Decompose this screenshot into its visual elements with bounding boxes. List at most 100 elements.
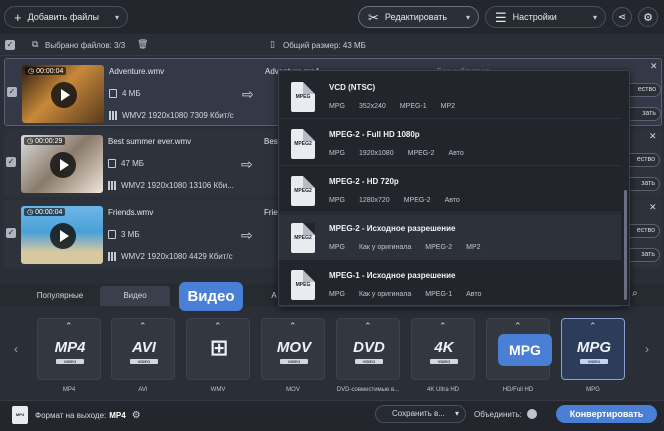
file-checkbox[interactable]: ✓ <box>7 87 17 97</box>
output-format-label: Формат на выходе: <box>35 411 107 420</box>
chevron-up-icon: ⌃ <box>65 321 73 331</box>
settings-button[interactable]: ☰ Настройки ▾ <box>485 6 606 28</box>
format-label: MPG <box>586 387 600 393</box>
chevron-down-icon: ▾ <box>592 12 597 22</box>
format-dvd[interactable]: ⌃ DVD VIDEO <box>336 318 400 380</box>
clock-icon: ◷ <box>27 209 34 216</box>
play-icon[interactable] <box>50 223 76 249</box>
save-to-button[interactable]: Сохранить в... ▾ <box>375 405 466 423</box>
format-mov[interactable]: ⌃ MOV VIDEO <box>261 318 325 380</box>
output-file-name[interactable]: Frie <box>264 208 278 217</box>
sliders-icon: ☰ <box>495 9 507 25</box>
chevron-right-icon[interactable]: › <box>645 342 649 356</box>
gear-icon: ⚙ <box>643 11 653 24</box>
convert-button[interactable]: Конвертировать <box>556 405 657 423</box>
preset-item[interactable]: MPEG2 MPEG-2 - HD 720p MPG 1280x720 MPEG-2… <box>279 167 621 213</box>
chevron-up-icon: ⌃ <box>364 321 372 331</box>
selected-count: Выбрано файлов: 3/3 <box>45 41 126 50</box>
chevron-down-icon: ▾ <box>114 12 119 22</box>
video-thumbnail[interactable]: ◷ 00:00:29 <box>21 135 103 193</box>
play-icon[interactable] <box>51 82 77 108</box>
app-window: + Добавить файлы ▾ ✂ Редактировать ▾ ☰ Н… <box>0 0 664 431</box>
format-label: WMV <box>210 387 226 393</box>
more-button[interactable]: ⚙ <box>638 7 658 27</box>
scissors-icon: ✂ <box>368 9 379 25</box>
file-name: Friends.wmv <box>108 208 154 217</box>
format-label: MOV <box>286 387 300 393</box>
tab-video[interactable]: Видео <box>100 286 170 306</box>
chevron-down-icon: ▾ <box>465 12 470 22</box>
clock-icon: ◷ <box>28 68 35 75</box>
play-icon[interactable] <box>50 152 76 178</box>
mpeg-file-icon: MPEG2 <box>291 129 315 159</box>
add-files-button[interactable]: + Добавить файлы ▾ <box>4 6 128 28</box>
format-label: HD/Full HD <box>502 387 534 393</box>
mpeg-file-icon: MPEG <box>291 82 315 112</box>
document-icon: ▯ <box>270 39 275 49</box>
file-checkbox[interactable]: ✓ <box>6 157 16 167</box>
film-icon <box>108 181 116 190</box>
files-icon: ⧉ <box>32 39 39 49</box>
clock-icon: ◷ <box>27 138 34 145</box>
file-icon <box>108 230 116 239</box>
preset-item[interactable]: MPEG VCD (NTSC) MPG 352x240 MPEG-1 MP2 <box>279 73 621 119</box>
chevron-up-icon: ⌃ <box>589 321 597 331</box>
video-thumbnail[interactable]: ◷ 00:00:04 <box>22 65 104 123</box>
preset-item[interactable]: MPEG MPEG-1 - Исходное разрешение MPG Как… <box>279 261 621 307</box>
preset-item[interactable]: MPEG2 MPEG-2 - Исходное разрешение MPG Ка… <box>279 214 621 260</box>
select-all-checkbox[interactable]: ✓ <box>5 40 15 50</box>
mpeg-file-icon: MPEG <box>291 270 315 300</box>
format-mp4[interactable]: ⌃ MP4 VIDEO <box>37 318 101 380</box>
format-label: MP4 <box>62 387 76 393</box>
callout-mpg: MPG <box>498 334 552 366</box>
trash-icon[interactable]: 🗑 <box>137 39 148 50</box>
film-icon <box>108 252 116 261</box>
convert-arrow-icon: ⇨ <box>241 227 253 243</box>
total-size: Общий размер: 43 МБ <box>283 41 366 50</box>
format-label: DVD-совместимые в... <box>336 387 400 393</box>
merge-label: Объединить: <box>474 410 522 419</box>
output-format-icon: MP4 <box>12 406 28 424</box>
merge-toggle[interactable] <box>527 409 537 419</box>
share-icon: ⋖ <box>617 11 627 23</box>
chevron-down-icon: ▾ <box>454 409 459 418</box>
plus-icon: + <box>14 9 22 25</box>
search-icon[interactable]: ⌕ <box>632 288 638 299</box>
chevron-left-icon[interactable]: ‹ <box>14 342 18 356</box>
file-icon <box>108 159 116 168</box>
mpeg-file-icon: MPEG2 <box>291 176 315 206</box>
close-icon[interactable]: ✕ <box>650 61 658 72</box>
convert-arrow-icon: ⇨ <box>242 86 254 102</box>
format-4k[interactable]: ⌃ 4K VIDEO <box>411 318 475 380</box>
output-file-name[interactable]: Bes <box>264 137 278 146</box>
dropdown-scrollbar[interactable] <box>624 190 627 300</box>
tab-popular[interactable]: Популярные <box>28 286 92 306</box>
file-checkbox[interactable]: ✓ <box>6 228 16 238</box>
preset-dropdown: MPEG VCD (NTSC) MPG 352x240 MPEG-1 MP2 MPEG… <box>278 70 630 307</box>
close-icon[interactable]: ✕ <box>649 202 657 213</box>
convert-arrow-icon: ⇨ <box>241 156 253 172</box>
edit-button[interactable]: ✂ Редактировать ▾ <box>358 6 479 28</box>
format-wmv[interactable]: ⌃ ⊞ <box>186 318 250 380</box>
format-avi[interactable]: ⌃ AVI VIDEO <box>111 318 175 380</box>
output-format-value: MP4 <box>109 411 126 420</box>
close-icon[interactable]: ✕ <box>649 131 657 142</box>
format-label: AVI <box>138 387 148 393</box>
film-icon <box>109 111 117 120</box>
video-thumbnail[interactable]: ◷ 00:00:04 <box>21 206 103 264</box>
file-name: Adventure.wmv <box>109 67 165 76</box>
windows-icon: ⊞ <box>209 335 229 360</box>
format-mpg[interactable]: ⌃ MPG VIDEO <box>561 318 625 380</box>
mpeg-file-icon: MPEG2 <box>291 223 315 253</box>
preset-item[interactable]: MPEG2 MPEG-2 - Full HD 1080p MPG 1920x108… <box>279 120 621 166</box>
chevron-up-icon: ⌃ <box>514 321 522 331</box>
format-label: 4K Ultra HD <box>426 387 459 393</box>
callout-video: Видео <box>179 282 243 311</box>
chevron-up-icon: ⌃ <box>289 321 297 331</box>
gear-icon[interactable]: ⚙ <box>132 410 141 421</box>
chevron-up-icon: ⌃ <box>139 321 147 331</box>
chevron-up-icon: ⌃ <box>214 321 222 331</box>
file-name: Best summer ever.wmv <box>108 137 192 146</box>
chevron-up-icon: ⌃ <box>439 321 447 331</box>
share-button[interactable]: ⋖ <box>612 7 632 27</box>
